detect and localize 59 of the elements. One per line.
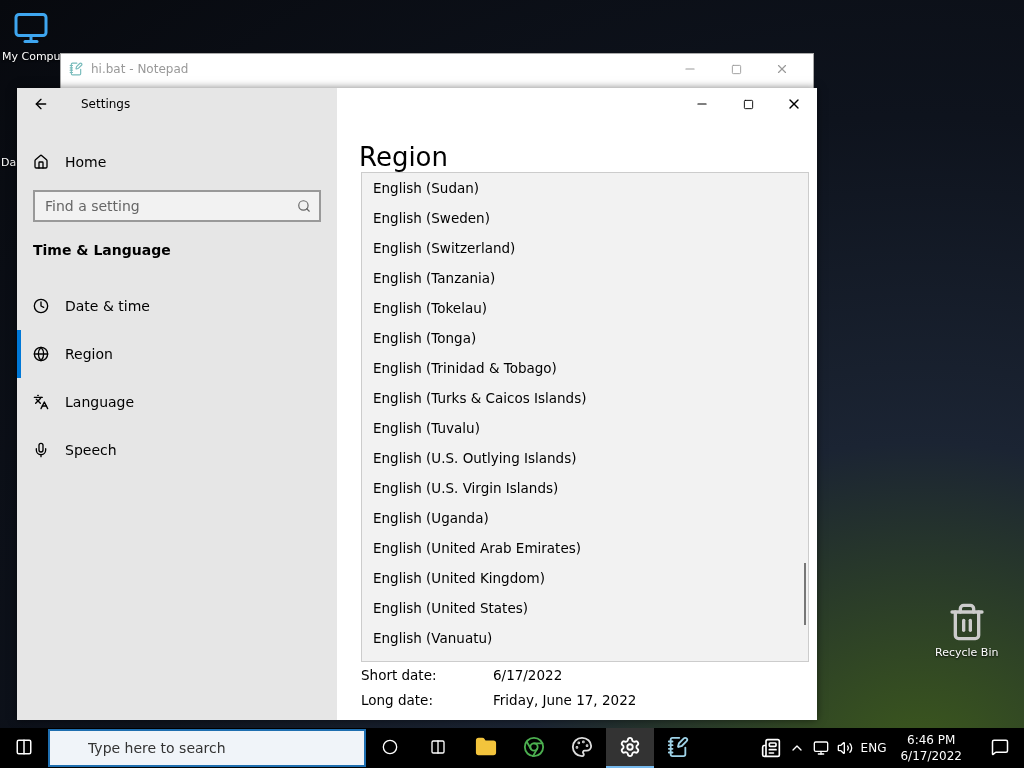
dropdown-option[interactable]: English (Switzerland) [362, 233, 808, 263]
network-icon[interactable] [812, 740, 829, 756]
notification-icon [991, 738, 1009, 756]
dropdown-option[interactable]: English (United Arab Emirates) [362, 533, 808, 563]
dropdown-option[interactable]: English (United Kingdom) [362, 563, 808, 593]
search-field[interactable]: Find a setting [33, 190, 321, 222]
window-title: Settings [81, 97, 131, 111]
taskbar-app[interactable] [606, 728, 654, 768]
dropdown-option[interactable]: English (United States) [362, 593, 808, 623]
microphone-icon [33, 442, 49, 458]
dropdown-option[interactable]: English (Sweden) [362, 203, 808, 233]
maximize-icon [730, 63, 742, 75]
scrollbar-thumb[interactable] [804, 563, 806, 625]
notepad-icon [69, 62, 83, 76]
format-label: Short date: [361, 666, 438, 683]
dropdown-option[interactable]: English (U.S. Virgin Islands) [362, 473, 808, 503]
language-icon [33, 394, 49, 410]
taskbar-search-field[interactable]: Type here to search [48, 729, 366, 767]
maximize-icon [742, 98, 754, 110]
desktop-icon-label[interactable]: My Compu [2, 50, 61, 63]
dropdown-option[interactable]: English (Tokelau) [362, 293, 808, 323]
globe-icon [33, 346, 49, 362]
dropdown-option[interactable]: English (Tanzania) [362, 263, 808, 293]
dropdown-option[interactable]: English (U.S. Outlying Islands) [362, 443, 808, 473]
news-icon[interactable] [760, 738, 781, 758]
page-title: Region [359, 142, 449, 172]
taskbar-clock[interactable]: 6:46 PM 6/17/2022 [894, 732, 968, 764]
format-label: Long date: [361, 691, 434, 708]
desktop-icon-label[interactable]: Da [1, 156, 17, 169]
dropdown-option[interactable]: English (Tonga) [362, 323, 808, 353]
settings-icon [619, 736, 641, 758]
search-icon [297, 199, 311, 213]
home-nav-item[interactable]: Home [17, 142, 337, 182]
close-icon [775, 62, 789, 76]
format-value: Friday, June 17, 2022 [493, 691, 637, 708]
format-value: 6/17/2022 [493, 666, 563, 683]
task-view-icon [430, 739, 446, 755]
computer-icon [13, 10, 50, 46]
palette-icon [571, 736, 593, 758]
chrome-icon [523, 736, 545, 758]
section-heading: Time & Language [33, 242, 172, 258]
nav-item[interactable]: Date & time [17, 282, 337, 330]
circle-icon [382, 739, 398, 755]
desktop-icon-label[interactable]: Recycle Bin [935, 646, 999, 659]
volume-icon[interactable] [836, 740, 853, 756]
dropdown-option[interactable]: English (Sudan) [362, 173, 808, 203]
dropdown-option[interactable]: English (Vanuatu) [362, 623, 808, 653]
home-icon [33, 154, 49, 170]
dropdown-option[interactable]: English (Uganda) [362, 503, 808, 533]
window-title: hi.bat - Notepad [91, 62, 189, 76]
dropdown-option[interactable]: English (Trinidad & Tobago) [362, 353, 808, 383]
folder-icon [475, 736, 497, 758]
notepad-icon [667, 736, 689, 758]
language-indicator[interactable]: ENG [860, 741, 887, 755]
nav-item[interactable]: Speech [17, 426, 337, 474]
clock-icon [33, 298, 49, 314]
dropdown-option[interactable]: English (Turks & Caicos Islands) [362, 383, 808, 413]
nav-item[interactable]: Language [17, 378, 337, 426]
dropdown-option[interactable]: English (Tuvalu) [362, 413, 808, 443]
